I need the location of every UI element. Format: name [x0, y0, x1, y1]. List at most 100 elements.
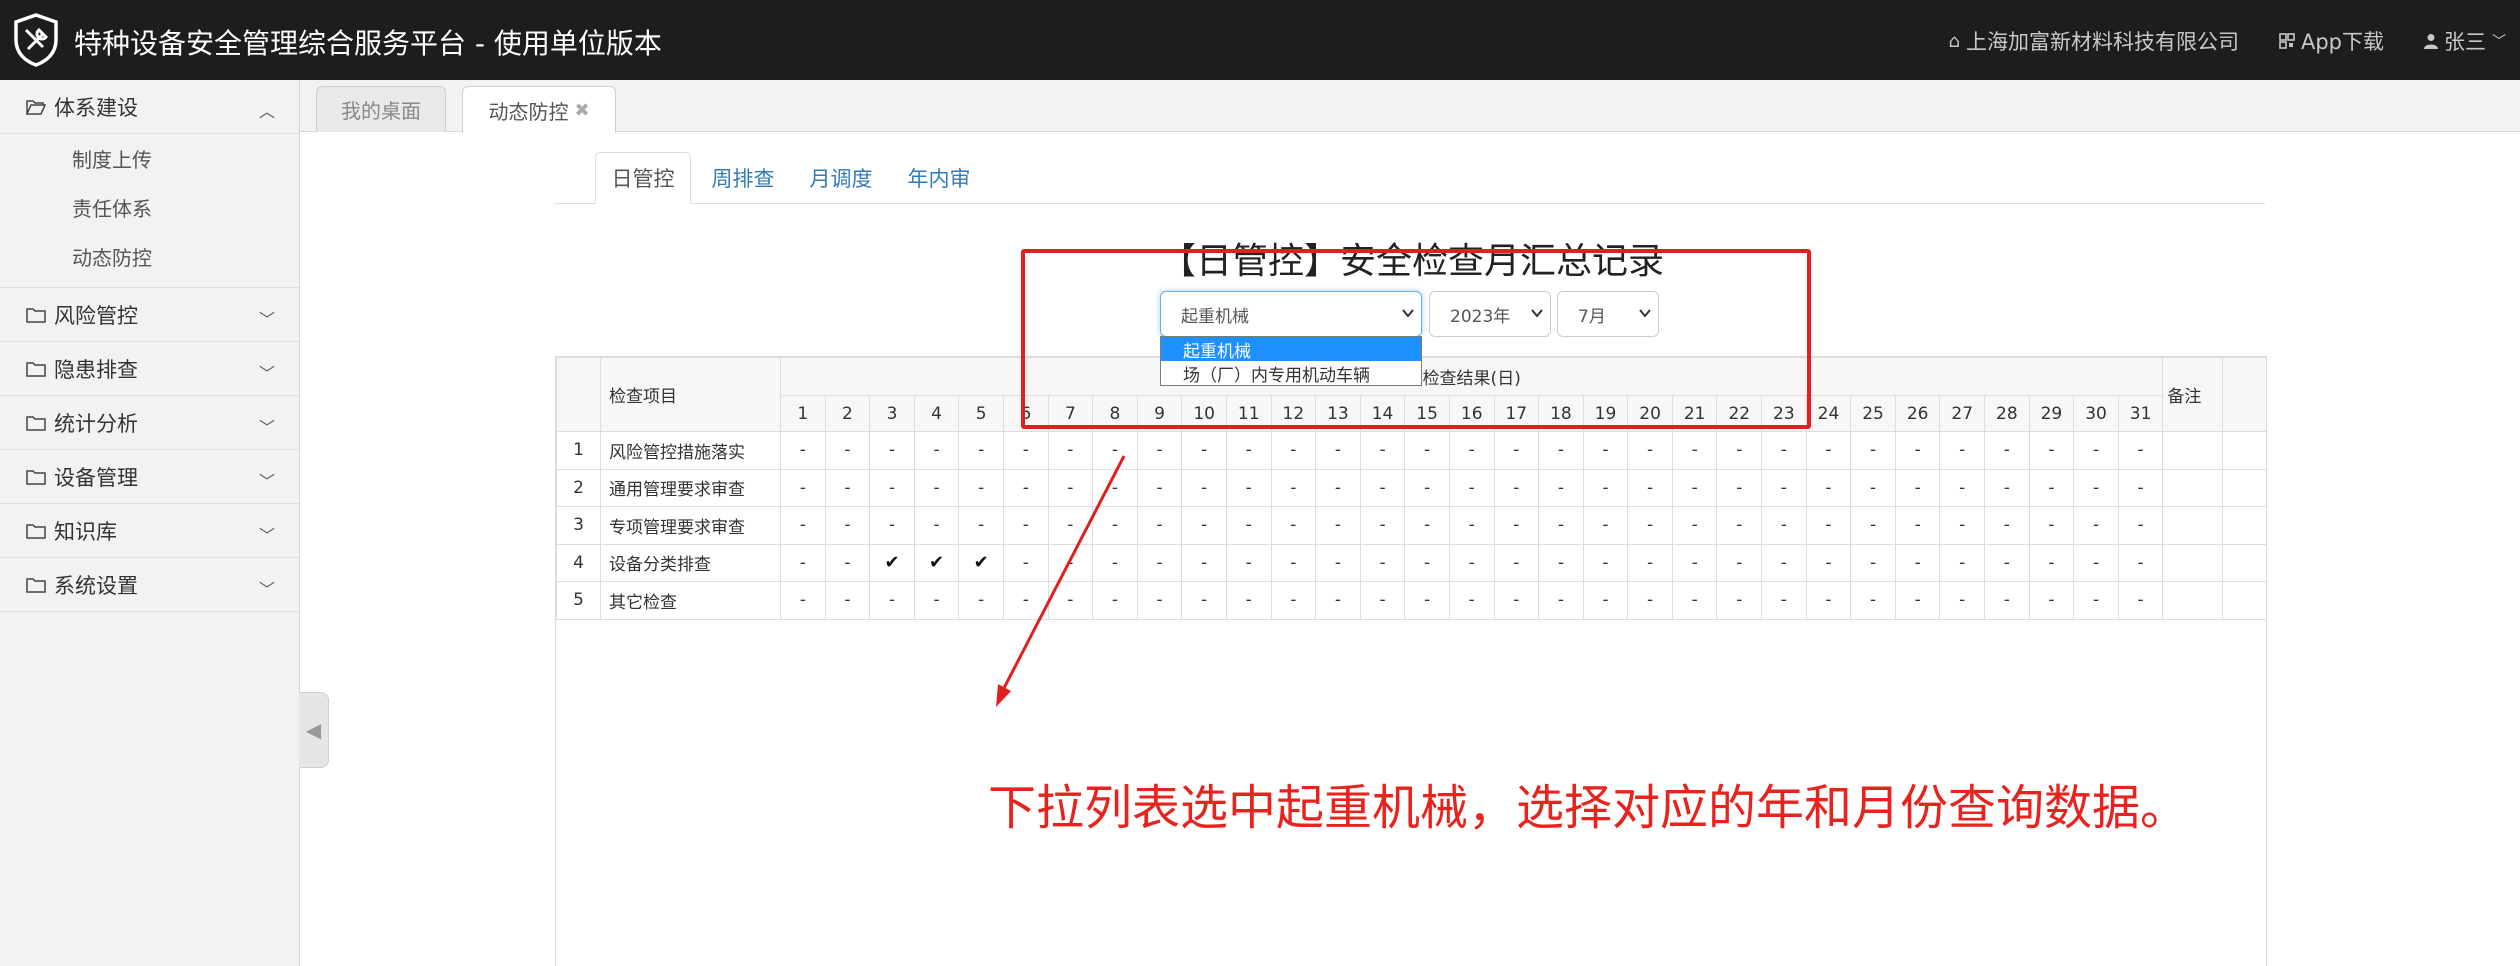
day-result-cell: - [2073, 431, 2119, 470]
folder-icon [26, 307, 46, 323]
day-result-cell: - [1359, 581, 1406, 620]
day-result-cell: - [780, 506, 826, 545]
row-spacer [2222, 431, 2268, 470]
day-result-cell: - [1002, 543, 1049, 582]
day-result-cell: - [2073, 506, 2119, 545]
top-right-menu: ⌂ 上海加富新材料科技有限公司 App下载 张三 ﹀ [1909, 26, 2506, 56]
tab-dynamic-control[interactable]: 动态防控 ✖ [462, 86, 616, 133]
day-result-cell: - [780, 543, 826, 582]
day-result-cell: - [824, 543, 871, 582]
day-result-cell: - [1939, 581, 1986, 620]
table-body: 1 风险管控措施落实 - - - - - - - - - - - - - - - - - - - - - - - - - - - - - - -… [556, 431, 2268, 620]
day-result-cell: - [1225, 468, 1272, 507]
day-result-cell: - [1404, 543, 1450, 582]
tab-annual-audit[interactable]: 年内审 [891, 152, 987, 204]
day-result-cell: - [1136, 581, 1183, 620]
day-result-cell: - [2073, 468, 2119, 507]
day-result-cell: - [1448, 543, 1495, 582]
day-result-cell: - [824, 506, 871, 545]
sidebar-item-statistics[interactable]: 统计分析 ﹀ [0, 396, 299, 450]
day-result-cell: - [1404, 506, 1450, 545]
day-result-cell: - [824, 581, 871, 620]
table-header-spacer [2222, 357, 2268, 432]
user-menu[interactable]: 张三 ﹀ [2424, 26, 2506, 56]
sidebar-item-equipment[interactable]: 设备管理 ﹀ [0, 450, 299, 504]
day-result-cell: ✔ [958, 543, 1004, 582]
day-result-cell: - [1716, 506, 1763, 545]
inspection-tabs: 日管控 周排查 月调度 年内审 [555, 152, 2265, 204]
day-result-cell: - [2028, 543, 2075, 582]
row-check-item: 风险管控措施落实 [600, 431, 781, 470]
day-result-cell: - [1092, 431, 1138, 470]
sidebar-item-label: 风险管控 [54, 303, 138, 328]
table-header-day: 3 [869, 395, 915, 432]
day-result-cell: - [1136, 543, 1183, 582]
day-result-cell: - [1404, 581, 1450, 620]
day-result-cell: - [1002, 581, 1049, 620]
company-link[interactable]: ⌂ 上海加富新材料科技有限公司 [1949, 26, 2239, 56]
sidebar-collapse-handle[interactable]: ◀ [299, 692, 329, 768]
tab-monthly-dispatch[interactable]: 月调度 [793, 152, 889, 204]
day-result-cell: - [1939, 506, 1986, 545]
table-header-day: 4 [913, 395, 960, 432]
app-title: 特种设备安全管理综合服务平台 - 使用单位版本 [74, 27, 662, 60]
row-index: 4 [556, 543, 601, 582]
day-result-cell: - [1627, 581, 1673, 620]
tab-my-desktop[interactable]: 我的桌面 [316, 86, 446, 132]
day-result-cell: - [1136, 468, 1183, 507]
day-result-cell: - [1894, 543, 1941, 582]
sidebar-subitem-dynamic-control[interactable]: 动态防控 [0, 232, 299, 281]
day-result-cell: - [1047, 431, 1094, 470]
app-download-link[interactable]: App下载 [2279, 26, 2384, 56]
sidebar-subitem-responsibility[interactable]: 责任体系 [0, 183, 299, 232]
tab-weekly-check[interactable]: 周排查 [695, 152, 791, 204]
sidebar-item-label: 体系建设 [54, 95, 138, 120]
day-result-cell: - [1894, 581, 1941, 620]
day-result-cell: - [1270, 506, 1317, 545]
day-result-cell: - [1894, 431, 1941, 470]
tab-daily-control[interactable]: 日管控 [595, 152, 691, 204]
sidebar-item-label: 系统设置 [54, 573, 138, 598]
table-header-item: 检查项目 [600, 357, 781, 432]
sidebar-item-settings[interactable]: 系统设置 ﹀ [0, 558, 299, 612]
day-result-cell: - [1493, 506, 1540, 545]
day-result-cell: - [913, 581, 960, 620]
day-result-cell: - [1448, 506, 1495, 545]
sidebar-item-knowledge[interactable]: 知识库 ﹀ [0, 504, 299, 558]
table-header-day: 25 [1850, 395, 1896, 432]
day-result-cell: - [1136, 431, 1183, 470]
day-result-cell: - [1404, 468, 1450, 507]
folder-open-icon [26, 99, 46, 115]
annotation-text: 下拉列表选中起重机械，选择对应的年和月份查询数据。 [988, 780, 2189, 836]
sidebar-item-label: 统计分析 [54, 411, 138, 436]
day-result-cell: - [1002, 431, 1049, 470]
close-icon[interactable]: ✖ [574, 100, 589, 121]
sidebar-item-system-build[interactable]: 体系建设 ︿ [0, 80, 299, 134]
row-check-item: 专项管理要求审查 [600, 506, 781, 545]
day-result-cell: - [1270, 431, 1317, 470]
day-result-cell: - [1225, 581, 1272, 620]
day-result-cell: - [1984, 468, 2030, 507]
day-result-cell: - [1538, 506, 1584, 545]
day-result-cell: - [1225, 431, 1272, 470]
day-result-cell: - [1493, 543, 1540, 582]
day-result-cell: - [1002, 506, 1049, 545]
day-result-cell: ✔ [913, 543, 960, 582]
day-result-cell: - [1939, 431, 1986, 470]
sidebar-subitem-upload[interactable]: 制度上传 [0, 134, 299, 183]
day-result-cell: - [2117, 581, 2164, 620]
sidebar-item-hazard-check[interactable]: 隐患排查 ﹀ [0, 342, 299, 396]
row-index: 2 [556, 468, 601, 507]
sidebar-item-risk-control[interactable]: 风险管控 ﹀ [0, 288, 299, 342]
day-result-cell: - [1270, 543, 1317, 582]
day-result-cell: - [780, 431, 826, 470]
day-result-cell: - [869, 506, 915, 545]
table-header-day: 5 [958, 395, 1004, 432]
day-result-cell: - [1448, 431, 1495, 470]
day-result-cell: - [824, 431, 871, 470]
day-result-cell: - [1761, 506, 1807, 545]
day-result-cell: - [869, 431, 915, 470]
day-result-cell: - [1092, 581, 1138, 620]
day-result-cell: - [1805, 431, 1852, 470]
day-result-cell: - [1359, 543, 1406, 582]
